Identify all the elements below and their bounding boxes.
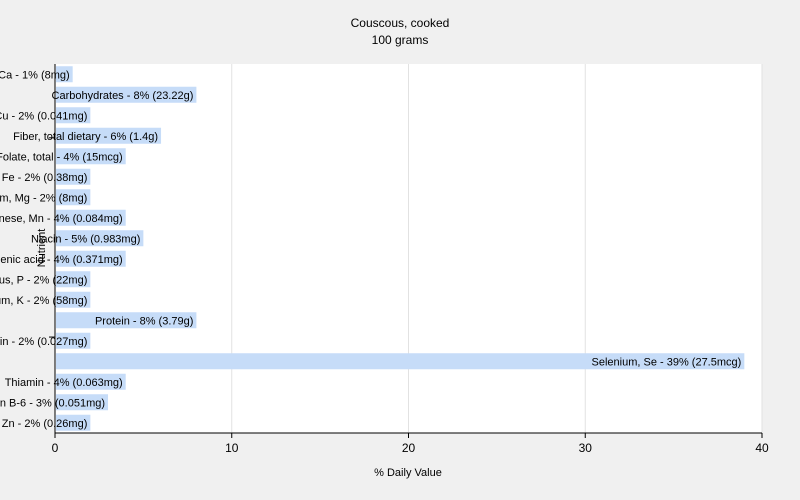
bar-label: Carbohydrates - 8% (23.22g) xyxy=(52,90,194,102)
chart-subtitle: 100 grams xyxy=(372,33,429,47)
bar-label: Protein - 8% (3.79g) xyxy=(95,315,193,327)
y-axis-label: Nutrient xyxy=(36,229,48,268)
bar-label: Iron, Fe - 2% (0.38mg) xyxy=(0,172,87,184)
bar-label: Zinc, Zn - 2% (0.26mg) xyxy=(0,418,87,430)
x-tick-label: 30 xyxy=(579,441,593,455)
chart-title: Couscous, cooked xyxy=(351,16,450,30)
x-tick-label: 40 xyxy=(755,441,769,455)
x-axis-label: % Daily Value xyxy=(374,467,442,479)
bar-label: Manganese, Mn - 4% (0.084mg) xyxy=(0,213,123,225)
bar-label: Magnesium, Mg - 2% (8mg) xyxy=(0,192,87,204)
x-tick-label: 20 xyxy=(402,441,416,455)
bar-label: Selenium, Se - 39% (27.5mcg) xyxy=(592,356,742,368)
bar-label: Thiamin - 4% (0.063mg) xyxy=(5,377,123,389)
bar-label: Pantothenic acid - 4% (0.371mg) xyxy=(0,254,123,266)
x-tick-label: 0 xyxy=(52,441,59,455)
bar-label: Riboflavin - 2% (0.027mg) xyxy=(0,336,87,348)
bar-label: Vitamin B-6 - 3% (0.051mg) xyxy=(0,397,105,409)
x-tick-label: 10 xyxy=(225,441,239,455)
bar-label: Potassium, K - 2% (58mg) xyxy=(0,295,87,307)
bar-label: Folate, total - 4% (15mcg) xyxy=(0,151,123,163)
nutrient-bar-chart: Couscous, cooked 100 grams Calcium, Ca -… xyxy=(0,16,769,479)
bar-label: Copper, Cu - 2% (0.041mg) xyxy=(0,110,87,122)
bar-label: Fiber, total dietary - 6% (1.4g) xyxy=(13,131,158,143)
bar-label: Phosphorus, P - 2% (22mg) xyxy=(0,274,87,286)
bar-label: Calcium, Ca - 1% (8mg) xyxy=(0,69,70,81)
